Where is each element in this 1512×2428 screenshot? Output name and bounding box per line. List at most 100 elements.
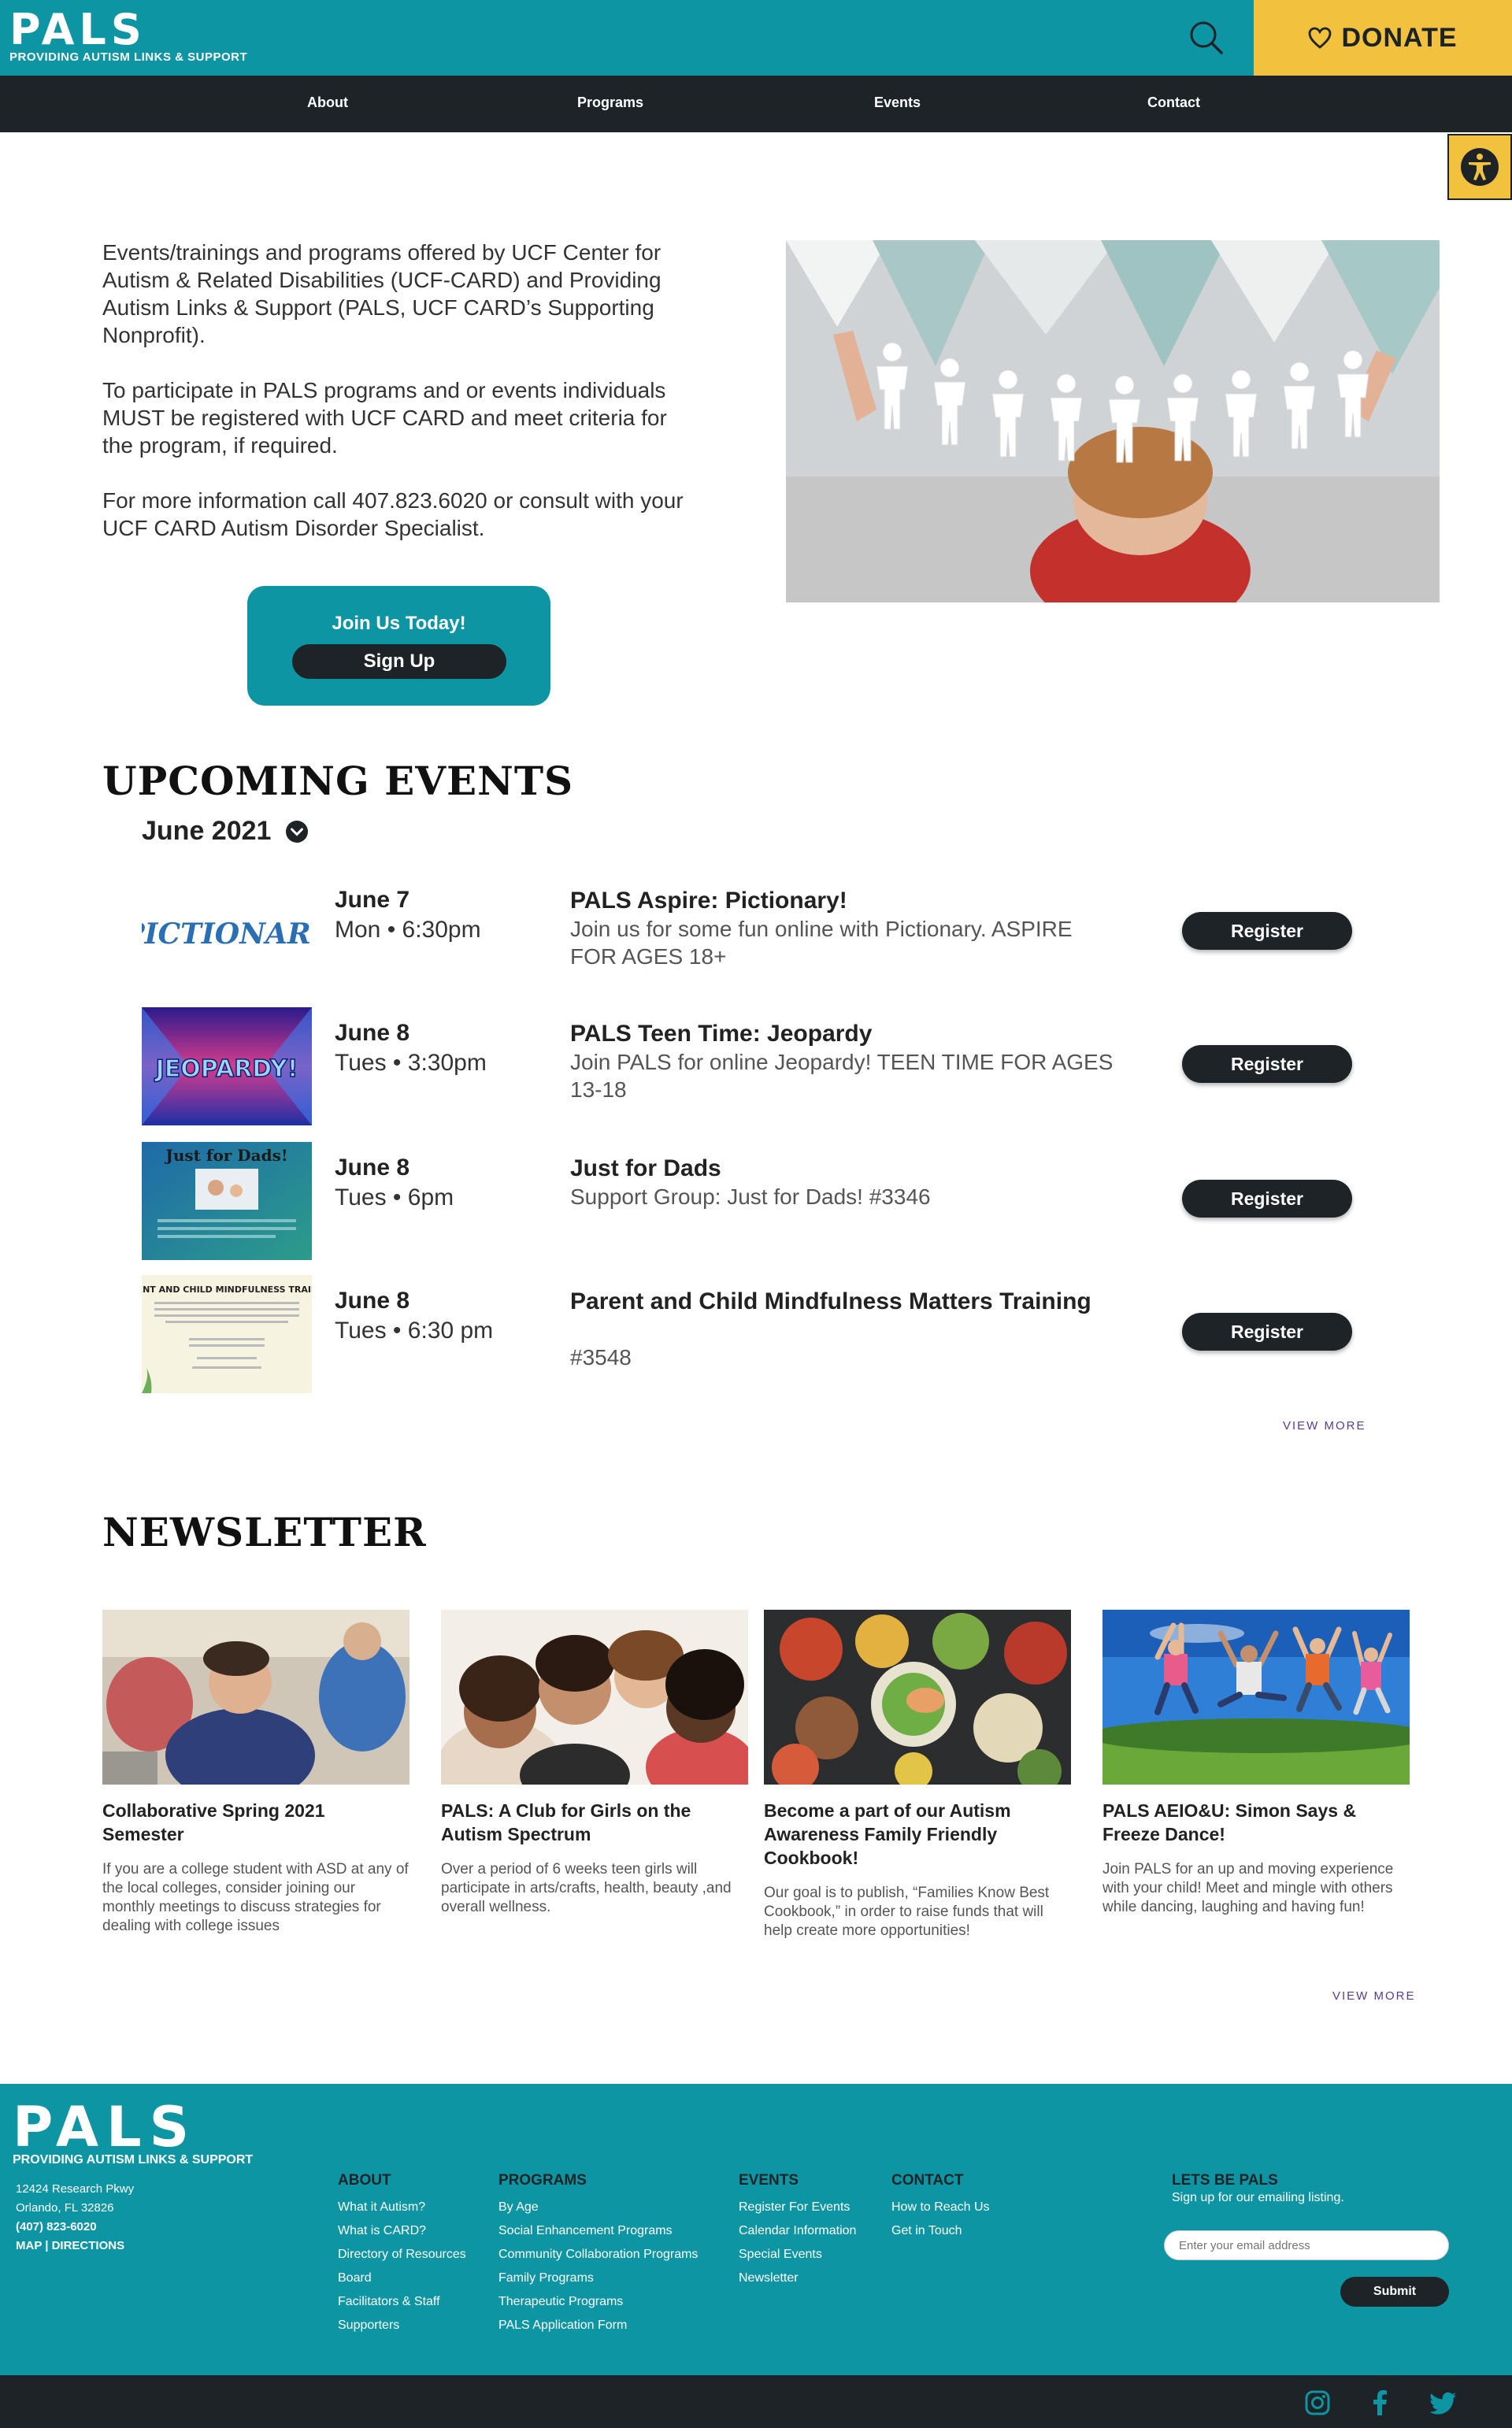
events-view-more-link[interactable]: VIEW MORE <box>1283 1419 1366 1433</box>
footer-link[interactable]: How to Reach Us <box>891 2196 990 2219</box>
facebook-icon[interactable] <box>1367 2389 1394 2416</box>
footer-link[interactable]: Board <box>338 2267 466 2290</box>
footer-about-column: ABOUT What it Autism? What is CARD? Dire… <box>338 2172 466 2337</box>
newsletter-card[interactable]: PALS AEIO&U: Simon Says & Freeze Dance! … <box>1102 1610 1410 1917</box>
event-date: June 8 <box>335 1288 410 1314</box>
event-row: PICTIONARY June 7 Mon • 6:30pm PALS Aspi… <box>142 874 1370 992</box>
footer-contact-column: CONTACT How to Reach Us Get in Touch <box>891 2172 990 2243</box>
nav-contact[interactable]: Contact <box>1147 95 1200 111</box>
twitter-icon[interactable] <box>1429 2389 1456 2416</box>
event-title: PALS Teen Time: Jeopardy <box>570 1021 873 1047</box>
footer-link[interactable]: Facilitators & Staff <box>338 2290 466 2314</box>
event-title: Just for Dads <box>570 1155 721 1181</box>
nav-about[interactable]: About <box>307 95 348 111</box>
footer-phone[interactable]: (407) 823-6020 <box>16 2218 134 2237</box>
event-title: Parent and Child Mindfulness Matters Tra… <box>570 1288 1091 1314</box>
nav-events[interactable]: Events <box>874 95 921 111</box>
donate-label: DONATE <box>1341 22 1458 53</box>
newsletter-card[interactable]: Become a part of our Autism Awareness Fa… <box>764 1610 1071 1941</box>
event-thumbnail: PICTIONARY <box>142 874 312 992</box>
event-time: Tues • 3:30pm <box>335 1050 487 1076</box>
register-button[interactable]: Register <box>1182 1180 1352 1218</box>
donate-button[interactable]: DONATE <box>1254 0 1512 76</box>
logo-tagline: PROVIDING AUTISM LINKS & SUPPORT <box>9 50 248 64</box>
accessibility-button[interactable] <box>1447 134 1512 200</box>
footer-link[interactable]: Newsletter <box>739 2267 856 2290</box>
event-thumbnail: Just for Dads! <box>142 1142 312 1260</box>
newsletter-image <box>1102 1610 1410 1785</box>
event-date: June 7 <box>335 887 410 913</box>
instagram-icon[interactable] <box>1304 2389 1331 2416</box>
map-directions-link[interactable]: MAP | DIRECTIONS <box>16 2237 134 2256</box>
footer-column-heading: EVENTS <box>739 2172 799 2189</box>
footer-link[interactable]: Special Events <box>739 2243 856 2267</box>
event-thumbnail: PARENT AND CHILD MINDFULNESS TRAINING <box>142 1275 312 1393</box>
footer-events-column: EVENTS Register For Events Calendar Info… <box>739 2172 856 2290</box>
footer-link[interactable]: What is CARD? <box>338 2219 466 2243</box>
register-button[interactable]: Register <box>1182 1313 1352 1351</box>
event-description: Support Group: Just for Dads! #3346 <box>570 1184 931 1209</box>
register-button[interactable]: Register <box>1182 912 1352 950</box>
address-line: 12424 Research Pkwy <box>16 2182 135 2196</box>
heart-icon <box>1309 27 1332 49</box>
footer-link[interactable]: Community Collaboration Programs <box>498 2243 698 2267</box>
signup-subtext: Sign up for our emailing listing. <box>1172 2191 1344 2204</box>
pals-logo[interactable]: PALS <box>9 8 146 52</box>
newsletter-image <box>102 1610 410 1785</box>
newsletter-view-more-link[interactable]: VIEW MORE <box>1332 1989 1416 2003</box>
event-thumb-text: Just for Dads! <box>164 1146 287 1165</box>
intro-paragraph: For more information call 407.823.6020 o… <box>102 488 684 540</box>
newsletter-text: Over a period of 6 weeks teen girls will… <box>441 1861 732 1915</box>
main-nav: About Programs Events Contact <box>0 76 1512 132</box>
event-time: Tues • 6pm <box>335 1184 454 1210</box>
newsletter-title: Become a part of our Autism Awareness Fa… <box>764 1800 1011 1868</box>
register-button[interactable]: Register <box>1182 1045 1352 1083</box>
newsletter-title: PALS: A Club for Girls on the Autism Spe… <box>441 1800 691 1844</box>
intro-text: Events/trainings and programs offered by… <box>102 239 701 569</box>
footer-link[interactable]: What it Autism? <box>338 2196 466 2219</box>
month-selector[interactable]: June 2021 <box>142 816 309 847</box>
event-thumbnail: JEOPARDY! <box>142 1007 312 1125</box>
newsletter-card[interactable]: PALS: A Club for Girls on the Autism Spe… <box>441 1610 748 1917</box>
event-time: Tues • 6:30 pm <box>335 1318 494 1344</box>
event-description: Join us for some fun online with Piction… <box>570 917 1073 969</box>
sign-up-button[interactable]: Sign Up <box>292 644 506 679</box>
event-thumb-text: JEOPARDY! <box>154 1055 298 1083</box>
footer-link[interactable]: Calendar Information <box>739 2219 856 2243</box>
newsletter-text: Our goal is to publish, “Families Know B… <box>764 1885 1050 1939</box>
event-row: JEOPARDY! June 8 Tues • 3:30pm PALS Teen… <box>142 1007 1370 1125</box>
month-label: June 2021 <box>142 816 272 846</box>
footer-link[interactable]: Family Programs <box>498 2267 698 2290</box>
search-icon[interactable] <box>1188 19 1225 57</box>
intro-paragraph: To participate in PALS programs and or e… <box>102 378 667 458</box>
newsletter-text: If you are a college student with ASD at… <box>102 1861 409 1934</box>
footer-link[interactable]: By Age <box>498 2196 698 2219</box>
chevron-down-icon <box>286 820 309 843</box>
event-description: #3548 <box>570 1345 632 1370</box>
newsletter-card[interactable]: Collaborative Spring 2021 Semester If yo… <box>102 1610 410 1936</box>
footer-programs-column: PROGRAMS By Age Social Enhancement Progr… <box>498 2172 698 2337</box>
footer: PALS PROVIDING AUTISM LINKS & SUPPORT 12… <box>0 2084 1512 2375</box>
email-field[interactable] <box>1164 2230 1449 2260</box>
footer-link[interactable]: Get in Touch <box>891 2219 990 2243</box>
footer-link[interactable]: Directory of Resources <box>338 2243 466 2267</box>
newsletter-heading: NEWSLETTER <box>102 1509 427 1555</box>
newsletter-text: Join PALS for an up and moving experienc… <box>1102 1861 1394 1915</box>
submit-button[interactable]: Submit <box>1340 2277 1449 2307</box>
event-date: June 8 <box>335 1020 410 1046</box>
footer-link[interactable]: Social Enhancement Programs <box>498 2219 698 2243</box>
nav-programs[interactable]: Programs <box>577 95 643 111</box>
newsletter-title: Collaborative Spring 2021 Semester <box>102 1800 325 1844</box>
footer-address: 12424 Research Pkwy Orlando, FL 32826 (4… <box>16 2180 134 2256</box>
footer-logo-tagline: PROVIDING AUTISM LINKS & SUPPORT <box>13 2153 254 2167</box>
footer-column-heading: LETS BE PALS <box>1172 2172 1278 2189</box>
footer-link[interactable]: Supporters <box>338 2314 466 2337</box>
top-header: PALS PROVIDING AUTISM LINKS & SUPPORT DO… <box>0 0 1512 76</box>
hero-image <box>786 240 1440 602</box>
footer-link[interactable]: Therapeutic Programs <box>498 2290 698 2314</box>
event-date: June 8 <box>335 1155 410 1181</box>
accessibility-icon <box>1461 148 1499 186</box>
footer-link[interactable]: Register For Events <box>739 2196 856 2219</box>
footer-logo[interactable]: PALS <box>13 2100 197 2155</box>
footer-link[interactable]: PALS Application Form <box>498 2314 698 2337</box>
